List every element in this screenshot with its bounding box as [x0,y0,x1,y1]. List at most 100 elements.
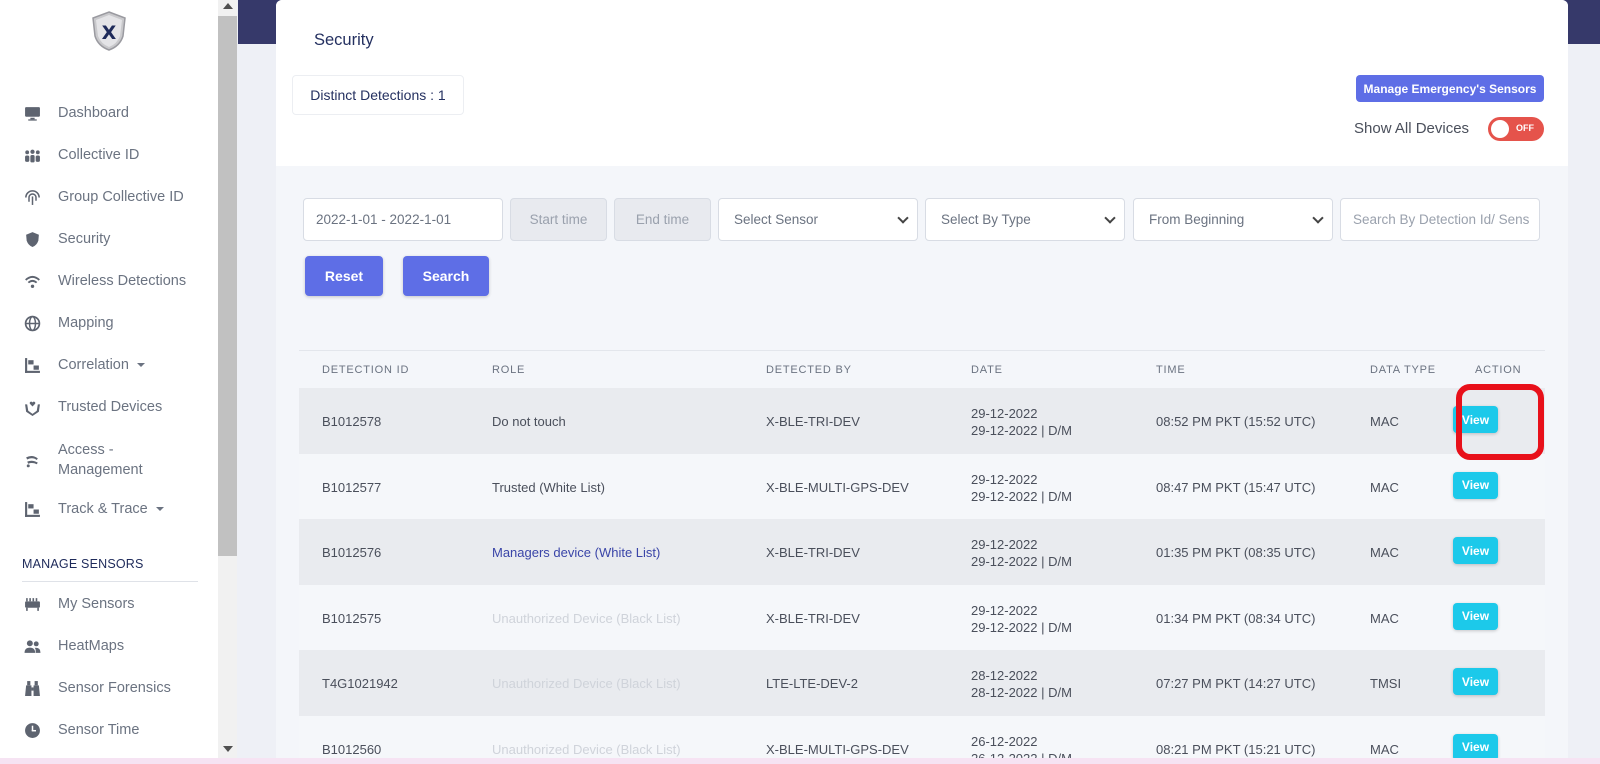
page-title: Security [314,31,374,49]
cell-time: 01:35 PM PKT (08:35 UTC) [1156,545,1316,560]
view-button[interactable]: View [1453,537,1498,564]
sidebar-item-heatmaps[interactable]: HeatMaps [20,637,124,655]
search-button[interactable]: Search [403,256,489,296]
chevron-down-icon [1104,212,1116,224]
hierarchy-icon [20,500,44,518]
column-header-time[interactable]: TIME [1156,364,1185,376]
users-icon [20,637,44,655]
from-beginning-dropdown[interactable]: From Beginning [1133,198,1333,241]
cell-data-type: MAC [1370,545,1399,560]
sidebar-item-label: Wireless Detections [58,273,187,289]
column-header-role[interactable]: ROLE [492,364,525,376]
show-all-devices-label: Show All Devices [1354,120,1470,137]
cell-date: 26-12-2022 [971,733,1038,749]
sidebar-item-group-collective-id[interactable]: Group Collective ID [20,188,184,206]
date-range-input[interactable]: 2022-1-01 - 2022-1-01 [303,198,503,241]
scroll-down-arrow-icon[interactable] [223,746,233,752]
cell-date-format: 29-12-2022 | D/M [971,488,1072,504]
chevron-down-icon [136,363,145,367]
cell-detection-id: B1012576 [322,545,382,560]
sidebar-item-mapping[interactable]: Mapping [20,314,114,332]
cell-date-format: 29-12-2022 | D/M [971,423,1072,438]
reset-button[interactable]: Reset [305,256,383,296]
column-header-detected-by[interactable]: DETECTED BY [766,364,852,376]
start-time-input[interactable]: Start time [510,198,607,241]
distinct-detections-count: Distinct Detections : 1 [292,75,464,115]
sidebar-item-my-sensors[interactable]: My Sensors [20,595,135,613]
cell-date: 29-12-2022 [971,471,1038,487]
select-sensor-value: Select Sensor [734,212,819,227]
view-button[interactable]: View [1453,668,1498,695]
scroll-up-arrow-icon[interactable] [223,3,233,9]
select-type-dropdown[interactable]: Select By Type [925,198,1125,241]
view-button[interactable]: View [1453,602,1498,630]
from-beginning-value: From Beginning [1149,212,1245,227]
view-button[interactable]: View [1453,471,1498,499]
cell-role: Do not touch [492,414,566,429]
sidebar-item-sensor-time[interactable]: Sensor Time [20,721,139,739]
sidebar-item-label: Mapping [58,315,114,331]
cell-date-format: 28-12-2022 | D/M [971,685,1072,700]
security-card: Security Distinct Detections : 1 Manage … [276,0,1568,764]
column-header-detection-id[interactable]: DETECTION ID [322,364,409,376]
cell-detection-id: B1012560 [322,741,382,757]
cell-role: Unauthorized Device (Black List) [492,676,681,691]
toggle-knob [1491,120,1509,138]
hands-heart-icon [20,398,44,416]
logo-shield-icon[interactable]: X [90,10,128,52]
cell-data-type: MAC [1370,741,1399,757]
sensor-board-icon [20,595,44,613]
sidebar-item-label: Sensor Time [58,722,140,738]
sidebar-item-label: Access - Management [58,442,143,478]
cell-date: 29-12-2022 [971,602,1038,618]
sidebar-scrollbar-thumb[interactable] [218,16,237,556]
cell-detection-id: B1012575 [322,610,382,626]
view-button[interactable]: View [1453,733,1498,761]
sidebar-item-sensor-forensics[interactable]: Sensor Forensics [20,679,171,697]
sidebar-item-trusted-devices[interactable]: Trusted Devices [20,398,162,416]
bottom-strip [0,758,1600,764]
sidebar-item-track-trace[interactable]: Track & Trace [20,500,164,518]
column-header-date[interactable]: DATE [971,364,1003,376]
monitor-icon [20,104,44,122]
cell-detected-by: X-BLE-MULTI-GPS-DEV [766,479,909,495]
table-row[interactable]: B1012576 Managers device (White List) X-… [299,519,1545,585]
table-row[interactable]: B1012578 Do not touch X-BLE-TRI-DEV 29-1… [299,388,1545,454]
cell-detected-by: X-BLE-TRI-DEV [766,545,860,560]
cell-detection-id: B1012577 [322,479,382,495]
sidebar-item-wireless-detections[interactable]: Wireless Detections [20,272,186,290]
cell-role: Trusted (White List) [492,479,605,495]
sidebar-item-correlation[interactable]: Correlation [20,356,145,374]
table-row[interactable]: B1012560 Unauthorized Device (Black List… [299,715,1545,764]
table-row[interactable]: B1012577 Trusted (White List) X-BLE-MULT… [299,453,1545,519]
table-row[interactable]: B1012575 Unauthorized Device (Black List… [299,584,1545,650]
cell-date-format: 29-12-2022 | D/M [971,619,1072,635]
sidebar-item-label: Security [58,231,111,247]
sidebar-item-security[interactable]: Security [20,230,110,248]
sidebar: X Dashboard Collective ID Group Collecti… [0,0,218,764]
end-time-input[interactable]: End time [614,198,711,241]
sidebar-item-label: Track & Trace [58,501,148,517]
section-title-manage-sensors: MANAGE SENSORS [22,557,144,571]
detection-search-input[interactable]: Search By Detection Id/ Sens [1340,198,1540,241]
cell-role: Managers device (White List) [492,545,661,560]
card-header: Security Distinct Detections : 1 Manage … [276,0,1568,166]
show-all-devices-toggle[interactable]: OFF [1488,117,1544,141]
chevron-down-icon [155,507,164,511]
binoculars-icon [20,679,44,697]
column-header-data-type[interactable]: DATA TYPE [1370,364,1436,376]
cell-time: 08:47 PM PKT (15:47 UTC) [1156,479,1316,495]
fingerprint-icon [20,188,44,206]
sidebar-item-label: Sensor Forensics [58,680,171,696]
manage-emergency-sensors-button[interactable]: Manage Emergency's Sensors [1356,75,1544,102]
cell-time: 08:52 PM PKT (15:52 UTC) [1156,414,1316,429]
section-divider [22,581,198,582]
sidebar-item-collective-id[interactable]: Collective ID [20,146,139,164]
sidebar-item-access-management[interactable]: Access - Management [20,440,143,480]
select-sensor-dropdown[interactable]: Select Sensor [718,198,918,241]
cell-data-type: MAC [1370,610,1399,626]
cell-detection-id: B1012578 [322,414,382,429]
sidebar-item-dashboard[interactable]: Dashboard [20,104,129,122]
key-icon [20,451,44,469]
table-row[interactable]: T4G1021942 Unauthorized Device (Black Li… [299,650,1545,716]
